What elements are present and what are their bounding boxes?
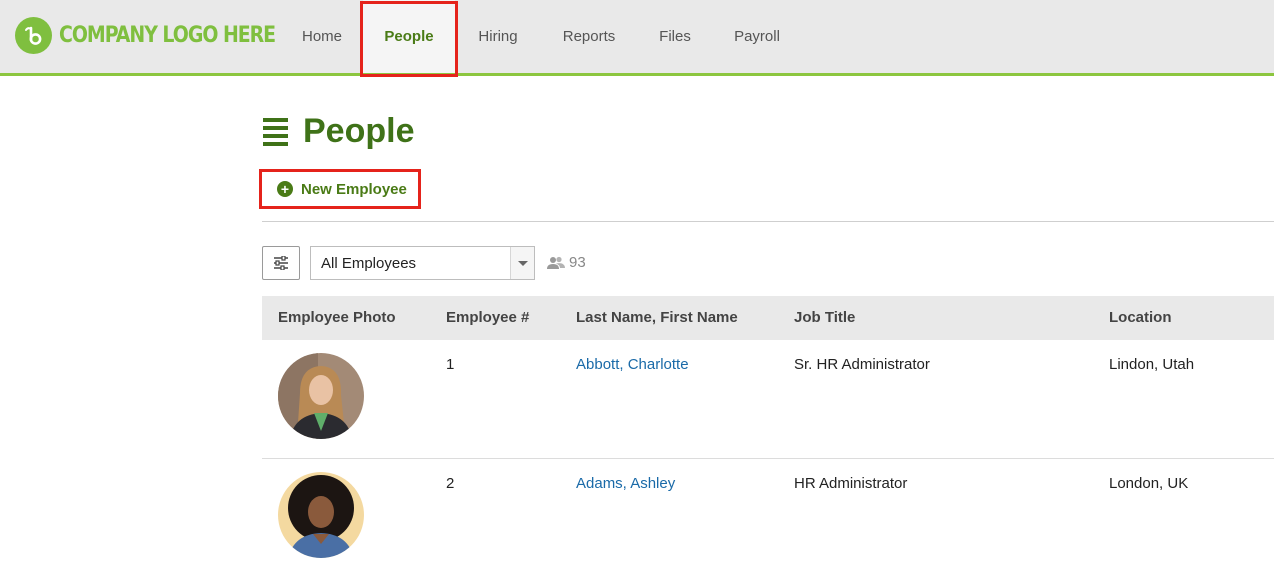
new-employee-button[interactable]: + New Employee	[262, 172, 418, 206]
nav-hiring[interactable]: Hiring	[462, 0, 534, 73]
nav-payroll[interactable]: Payroll	[723, 0, 791, 73]
chevron-down-icon[interactable]	[510, 247, 534, 279]
employee-filter-value: All Employees	[321, 255, 417, 272]
employee-number: 1	[446, 356, 455, 373]
nav-people[interactable]: People	[363, 0, 455, 73]
column-header-location[interactable]: Location	[1109, 296, 1172, 340]
divider	[262, 221, 1274, 222]
job-title: HR Administrator	[794, 475, 908, 492]
column-header-photo[interactable]: Employee Photo	[278, 296, 396, 340]
employee-name-link[interactable]: Adams, Ashley	[576, 475, 675, 492]
column-header-job-title[interactable]: Job Title	[794, 296, 855, 340]
add-circle-icon: +	[277, 181, 293, 197]
job-title: Sr. HR Administrator	[794, 356, 930, 373]
table-row: 1 Abbott, Charlotte Sr. HR Administrator…	[262, 340, 1274, 459]
list-menu-icon[interactable]	[263, 118, 288, 146]
top-nav-bar: COMPANY LOGO HERE Home People Hiring Rep…	[0, 0, 1274, 76]
employee-number: 2	[446, 475, 455, 492]
employee-name-link[interactable]: Abbott, Charlotte	[576, 356, 689, 373]
table-row: 2 Adams, Ashley HR Administrator London,…	[262, 459, 1274, 576]
people-icon	[547, 256, 565, 269]
avatar[interactable]	[278, 353, 364, 439]
nav-reports[interactable]: Reports	[548, 0, 630, 73]
table-header: Employee Photo Employee # Last Name, Fir…	[262, 296, 1274, 340]
new-employee-label: New Employee	[301, 180, 407, 198]
column-header-name[interactable]: Last Name, First Name	[576, 296, 738, 340]
employee-count-value: 93	[569, 254, 586, 271]
column-header-employee-number[interactable]: Employee #	[446, 296, 529, 340]
location: London, UK	[1109, 475, 1189, 492]
avatar[interactable]	[278, 472, 364, 558]
nav-files[interactable]: Files	[647, 0, 703, 73]
logo-text: COMPANY LOGO HERE	[59, 23, 276, 48]
company-logo[interactable]: COMPANY LOGO HERE	[15, 17, 310, 54]
employee-count: 93	[547, 254, 586, 271]
filter-settings-button[interactable]	[262, 246, 300, 280]
sliders-icon	[274, 256, 288, 270]
nav-home[interactable]: Home	[286, 0, 358, 73]
employee-filter-select[interactable]: All Employees	[310, 246, 535, 280]
page-title: People	[303, 112, 415, 150]
location: Lindon, Utah	[1109, 356, 1195, 373]
logo-icon	[15, 17, 52, 54]
